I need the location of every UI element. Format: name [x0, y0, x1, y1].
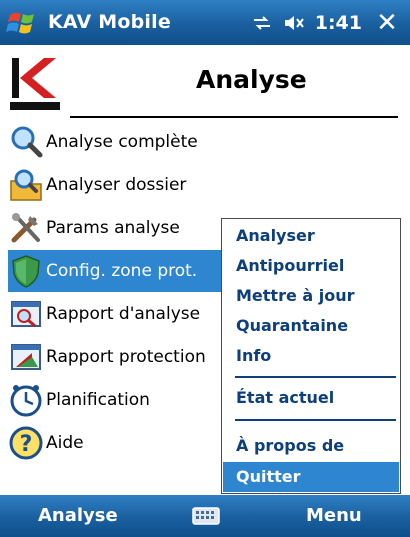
header-divider [70, 116, 398, 118]
popup-menu: Analyser Antipourriel Mettre à jour Quar… [221, 218, 401, 494]
menu-item-a-propos[interactable]: À propos de [223, 431, 399, 461]
page-title: Analyse [196, 65, 307, 94]
menu-item-antipourriel[interactable]: Antipourriel [223, 251, 399, 281]
right-softkey-menu[interactable]: Menu [306, 495, 362, 537]
list-item-label: Analyser dossier [46, 175, 187, 195]
softkey-bar: Analyse Menu [0, 495, 410, 537]
menu-item-etat-actuel[interactable]: État actuel [223, 383, 399, 413]
volume-muted-icon[interactable] [283, 12, 305, 34]
close-button[interactable]: ✕ [372, 8, 402, 38]
app-title: KAV Mobile [48, 11, 171, 33]
system-tray: 1:41 ✕ [251, 0, 402, 45]
menu-item-quarantaine[interactable]: Quarantaine [223, 311, 399, 341]
list-item-label: Rapport d'analyse [46, 304, 201, 324]
keyboard-icon[interactable] [192, 506, 220, 526]
help-icon: ? [9, 426, 43, 460]
list-item-label: Params analyse [46, 218, 180, 238]
menu-item-mettre-a-jour[interactable]: Mettre à jour [223, 281, 399, 311]
list-item-analyser-dossier[interactable]: Analyser dossier [8, 164, 288, 206]
title-bar: KAV Mobile 1:41 ✕ [0, 0, 410, 45]
list-item-analyse-complete[interactable]: Analyse complète [8, 121, 288, 163]
magnifier-icon [11, 126, 43, 158]
clock-icon [10, 385, 42, 417]
menu-separator [235, 419, 396, 421]
menu-separator [235, 376, 396, 378]
menu-item-quitter[interactable]: Quitter [223, 462, 399, 492]
kaspersky-logo-icon [10, 54, 60, 112]
page-header: Analyse [0, 45, 410, 119]
list-item-label: Rapport protection [46, 347, 206, 367]
folder-search-icon [10, 169, 42, 201]
list-item-label: Aide [46, 433, 84, 453]
list-item-label: Planification [46, 390, 150, 410]
tools-icon [11, 213, 40, 243]
windows-start-icon[interactable] [6, 7, 40, 39]
list-item-label: Analyse complète [46, 132, 198, 152]
report-protection-icon [11, 344, 41, 370]
menu-item-analyser[interactable]: Analyser [223, 221, 399, 251]
shield-icon [12, 255, 40, 288]
connectivity-icon[interactable] [251, 12, 273, 34]
report-scan-icon [11, 301, 41, 328]
svg-text:?: ? [20, 432, 33, 457]
left-softkey-analyse[interactable]: Analyse [38, 495, 118, 537]
clock-time[interactable]: 1:41 [315, 12, 362, 34]
list-item-label: Config. zone prot. [46, 261, 198, 281]
menu-item-info[interactable]: Info [223, 341, 399, 371]
list-item-config-zone-prot[interactable]: Config. zone prot. [8, 250, 232, 292]
